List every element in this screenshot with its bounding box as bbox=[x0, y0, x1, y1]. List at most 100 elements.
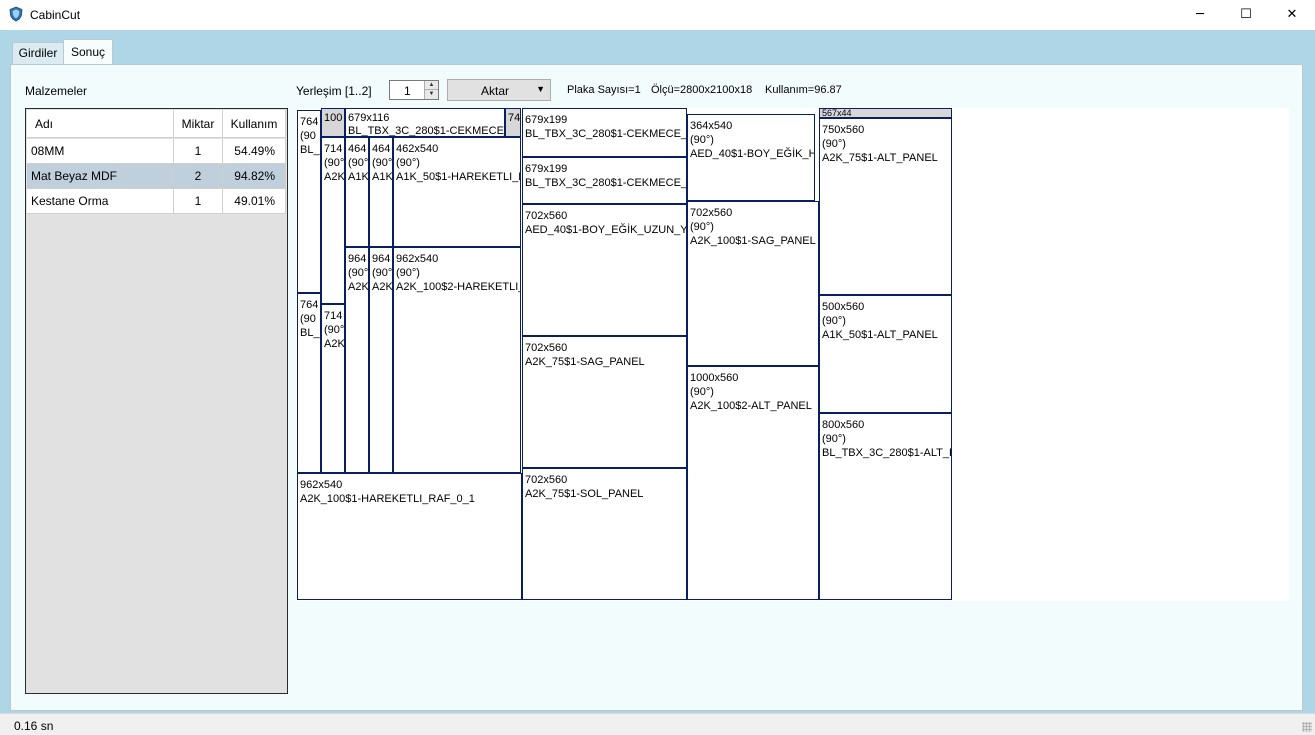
piece-size: 750x560 bbox=[822, 124, 865, 136]
layout-stepper[interactable]: 1 ▲ ▼ bbox=[389, 80, 439, 100]
piece-size: 702x560 bbox=[525, 210, 568, 222]
cut-piece[interactable]: 764 (90 BL_ bbox=[297, 110, 321, 293]
cut-piece[interactable]: 764 (90 BL_ bbox=[297, 293, 321, 473]
result-tab-page: Malzemeler Adı Miktar Kullanım 08MM 1 54… bbox=[10, 64, 1303, 711]
piece-line: (90°) bbox=[822, 315, 846, 327]
cut-piece[interactable]: 100 bbox=[321, 108, 345, 137]
cut-piece[interactable]: 714 (90° A2K bbox=[321, 137, 345, 304]
maximize-button[interactable]: ☐ bbox=[1223, 0, 1269, 30]
piece-size: 364x540 bbox=[690, 120, 733, 132]
tab-sonuc[interactable]: Sonuç bbox=[63, 39, 113, 65]
piece-size: 764 bbox=[300, 116, 319, 128]
tab-label: Girdiler bbox=[18, 46, 58, 60]
piece-size: 764 bbox=[300, 299, 319, 311]
piece-line: (90° bbox=[324, 324, 345, 336]
materials-label: Malzemeler bbox=[25, 84, 88, 98]
cut-piece[interactable]: 964 (90° A2K bbox=[345, 247, 369, 473]
elapsed-time: 0.16 sn bbox=[14, 719, 54, 733]
close-icon: ✕ bbox=[1286, 7, 1298, 22]
cut-piece[interactable]: 500x560 (90°) A1K_50$1-ALT_PANEL bbox=[819, 295, 952, 413]
cutting-sheet: 764 (90 BL_ 764 (90 BL_ 100 679x116 BL_TBX_3C… bbox=[297, 108, 954, 600]
title-bar: CabinCut ─ ☐ ✕ bbox=[0, 0, 1315, 30]
piece-line: (90°) bbox=[690, 221, 714, 233]
resize-grip-icon[interactable] bbox=[1302, 722, 1312, 732]
cut-piece[interactable]: 679x116 BL_TBX_3C_280$1-CEKMECE_ bbox=[345, 108, 505, 137]
piece-size: 714 bbox=[324, 310, 343, 322]
layout-stepper-value[interactable]: 1 bbox=[404, 84, 411, 98]
tab-girdiler[interactable]: Girdiler bbox=[12, 42, 64, 64]
piece-size: 464 bbox=[348, 143, 367, 155]
stepper-down-button[interactable]: ▼ bbox=[424, 90, 438, 99]
piece-line: (90°) bbox=[396, 157, 420, 169]
cut-piece[interactable]: 962x540 (90°) A2K_100$2-HAREKETLI_RAF bbox=[393, 247, 521, 473]
piece-line: (90°) bbox=[822, 433, 846, 445]
cut-piece[interactable]: 464 (90° A1K bbox=[345, 137, 369, 247]
table-row[interactable]: Mat Beyaz MDF 2 94.82% bbox=[27, 164, 286, 189]
cut-piece[interactable]: 679x199 BL_TBX_3C_280$1-CEKMECE_ALT bbox=[522, 108, 687, 157]
piece-line: A2K_100$2-HAREKETLI_RAF bbox=[396, 281, 520, 293]
piece-line: (90° bbox=[372, 267, 393, 279]
column-header-name[interactable]: Adı bbox=[27, 110, 174, 138]
tab-label: Sonuç bbox=[70, 45, 106, 59]
piece-size: 964 bbox=[372, 253, 391, 265]
material-name: Kestane Orma bbox=[27, 189, 174, 214]
cut-piece[interactable]: 750x560 (90°) A2K_75$1-ALT_PANEL bbox=[819, 118, 952, 295]
column-header-usage[interactable]: Kullanım bbox=[223, 110, 286, 138]
table-row[interactable]: 08MM 1 54.49% bbox=[27, 139, 286, 164]
cut-piece[interactable]: 964 (90° A2K bbox=[369, 247, 393, 473]
cut-piece[interactable]: 702x560 A2K_75$1-SOL_PANEL bbox=[522, 468, 687, 600]
piece-line: BL_TBX_3C_280$1-CEKMECE_ALT bbox=[525, 128, 687, 140]
piece-size: 962x540 bbox=[300, 479, 343, 491]
material-quantity: 1 bbox=[174, 139, 223, 164]
cut-piece[interactable]: 74 bbox=[505, 108, 521, 137]
piece-line: (90° bbox=[372, 157, 393, 169]
cut-piece[interactable]: 1000x560 (90°) A2K_100$2-ALT_PANEL bbox=[687, 366, 819, 600]
cut-piece[interactable]: 567x44 bbox=[819, 108, 952, 118]
material-usage: 49.01% bbox=[223, 189, 286, 214]
cut-piece[interactable]: 962x540 A2K_100$1-HAREKETLI_RAF_0_1 bbox=[297, 473, 522, 600]
piece-line: A2K_75$1-SOL_PANEL bbox=[525, 488, 644, 500]
cut-piece[interactable]: 364x540 (90°) AED_40$1-BOY_EĞİK_H bbox=[687, 114, 815, 201]
cut-piece[interactable]: 714 (90° A2K bbox=[321, 304, 345, 473]
close-button[interactable]: ✕ bbox=[1269, 0, 1315, 30]
piece-line: A2K bbox=[348, 281, 369, 293]
column-header-quantity[interactable]: Miktar bbox=[174, 110, 223, 138]
plate-count: Plaka Sayısı=1 bbox=[567, 84, 641, 96]
cut-piece[interactable]: 702x560 AED_40$1-BOY_EĞİK_UZUN_YAN bbox=[522, 204, 687, 336]
piece-line: A2K_100$1-HAREKETLI_RAF_0_1 bbox=[300, 493, 475, 505]
piece-line: A2K_75$1-SAG_PANEL bbox=[525, 356, 645, 368]
cut-piece[interactable]: 702x560 A2K_75$1-SAG_PANEL bbox=[522, 336, 687, 468]
piece-line: AED_40$1-BOY_EĞİK_UZUN_YAN bbox=[525, 224, 687, 236]
stepper-up-button[interactable]: ▲ bbox=[424, 81, 438, 90]
piece-line: A1K_50$1-HAREKETLI_RAF bbox=[396, 171, 520, 183]
cut-piece[interactable]: 462x540 (90°) A1K_50$1-HAREKETLI_RAF bbox=[393, 137, 521, 247]
minimize-icon: ─ bbox=[1196, 7, 1204, 22]
cutting-layout-canvas[interactable]: 764 (90 BL_ 764 (90 BL_ 100 679x116 BL_TBX_3C… bbox=[296, 108, 1289, 601]
cut-piece[interactable]: 702x560 (90°) A2K_100$1-SAG_PANEL bbox=[687, 201, 819, 366]
status-bar: 0.16 sn bbox=[0, 713, 1315, 735]
piece-line: A1K_50$1-ALT_PANEL bbox=[822, 329, 938, 341]
materials-grid[interactable]: Adı Miktar Kullanım 08MM 1 54.49% Mat Be… bbox=[25, 108, 288, 694]
cut-piece[interactable]: 464 (90° A1K bbox=[369, 137, 393, 247]
piece-line: A2K_100$2-ALT_PANEL bbox=[690, 400, 812, 412]
minimize-button[interactable]: ─ bbox=[1177, 0, 1223, 30]
material-name: 08MM bbox=[27, 139, 174, 164]
piece-size: 1000x560 bbox=[690, 372, 739, 384]
piece-line: (90°) bbox=[690, 386, 714, 398]
piece-line: A1K bbox=[372, 171, 393, 183]
cut-piece[interactable]: 800x560 (90°) BL_TBX_3C_280$1-ALT_PANEL bbox=[819, 413, 952, 600]
piece-line: BL_ bbox=[300, 327, 320, 339]
piece-size: 702x560 bbox=[690, 207, 733, 219]
piece-line: BL_TBX_3C_280$1-ALT_PANEL bbox=[822, 447, 951, 459]
piece-line: A2K bbox=[372, 281, 393, 293]
piece-size: 800x560 bbox=[822, 419, 865, 431]
piece-size: 74 bbox=[508, 112, 521, 124]
table-row[interactable]: Kestane Orma 1 49.01% bbox=[27, 189, 286, 214]
grid-header-row: Adı Miktar Kullanım bbox=[27, 110, 286, 138]
export-dropdown[interactable]: Aktar ▼ bbox=[447, 79, 551, 101]
usage-ratio: Kullanım=96.87 bbox=[765, 84, 842, 96]
window-title: CabinCut bbox=[30, 8, 81, 22]
cut-piece[interactable]: 679x199 BL_TBX_3C_280$1-CEKMECE_ALT bbox=[522, 157, 687, 204]
shield-icon bbox=[9, 6, 23, 22]
material-quantity: 2 bbox=[174, 164, 223, 189]
